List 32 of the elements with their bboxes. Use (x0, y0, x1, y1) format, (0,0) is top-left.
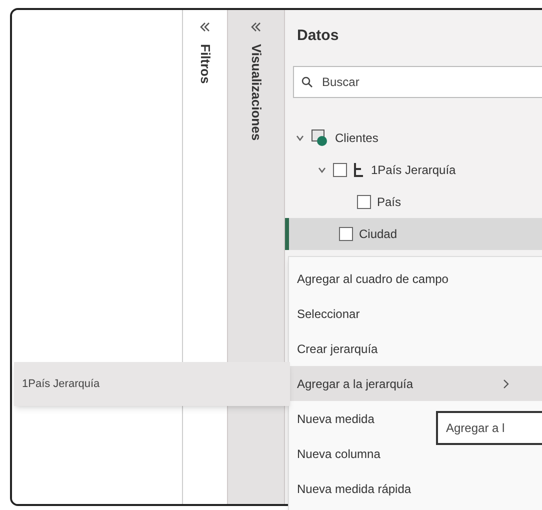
menu-item[interactable]: Nueva medida (289, 401, 382, 436)
tree-item[interactable]: Ciudad (285, 218, 542, 250)
menu-item[interactable]: Agregar al cuadro de campo (289, 261, 456, 296)
chevron-right-icon (503, 378, 509, 388)
tree-label: 1País Jerarquía (371, 162, 456, 179)
submenu-item[interactable]: 1País Jerarquía (22, 376, 100, 392)
chevron-icon[interactable] (317, 165, 327, 175)
visualizations-label[interactable]: Visualizaciones (246, 44, 266, 141)
menu-item[interactable]: Agregar a la jerarquía (289, 366, 542, 401)
search-field[interactable]: Buscar (293, 66, 542, 98)
filters-label[interactable]: Filtros (195, 44, 215, 84)
hierarchy-icon (353, 162, 365, 178)
menu-item[interactable]: Nueva medida rápida (289, 471, 420, 506)
chevron-icon[interactable] (295, 133, 305, 143)
tooltip-text: Agregar a l (446, 420, 505, 437)
table-icon (311, 129, 329, 147)
menu-item[interactable]: Seleccionar (289, 296, 368, 331)
menu-item[interactable]: Nueva columna (289, 436, 388, 471)
tree-item[interactable]: Clientes (285, 122, 542, 154)
checkbox[interactable] (357, 195, 371, 209)
menu-item[interactable]: Crear jerarquía (289, 331, 386, 366)
checkbox[interactable] (339, 227, 353, 241)
tree-label: Clientes (335, 130, 378, 147)
pane-title: Datos (297, 26, 339, 46)
collapse-icon[interactable] (200, 22, 210, 32)
tree-label: Ciudad (359, 226, 398, 243)
checkbox[interactable] (333, 163, 347, 177)
collapse-icon[interactable] (251, 22, 261, 32)
tree-label: País (377, 194, 402, 211)
search-icon (301, 76, 313, 88)
tree-item[interactable]: 1País Jerarquía (285, 154, 542, 186)
tree-item[interactable]: País (285, 186, 542, 218)
